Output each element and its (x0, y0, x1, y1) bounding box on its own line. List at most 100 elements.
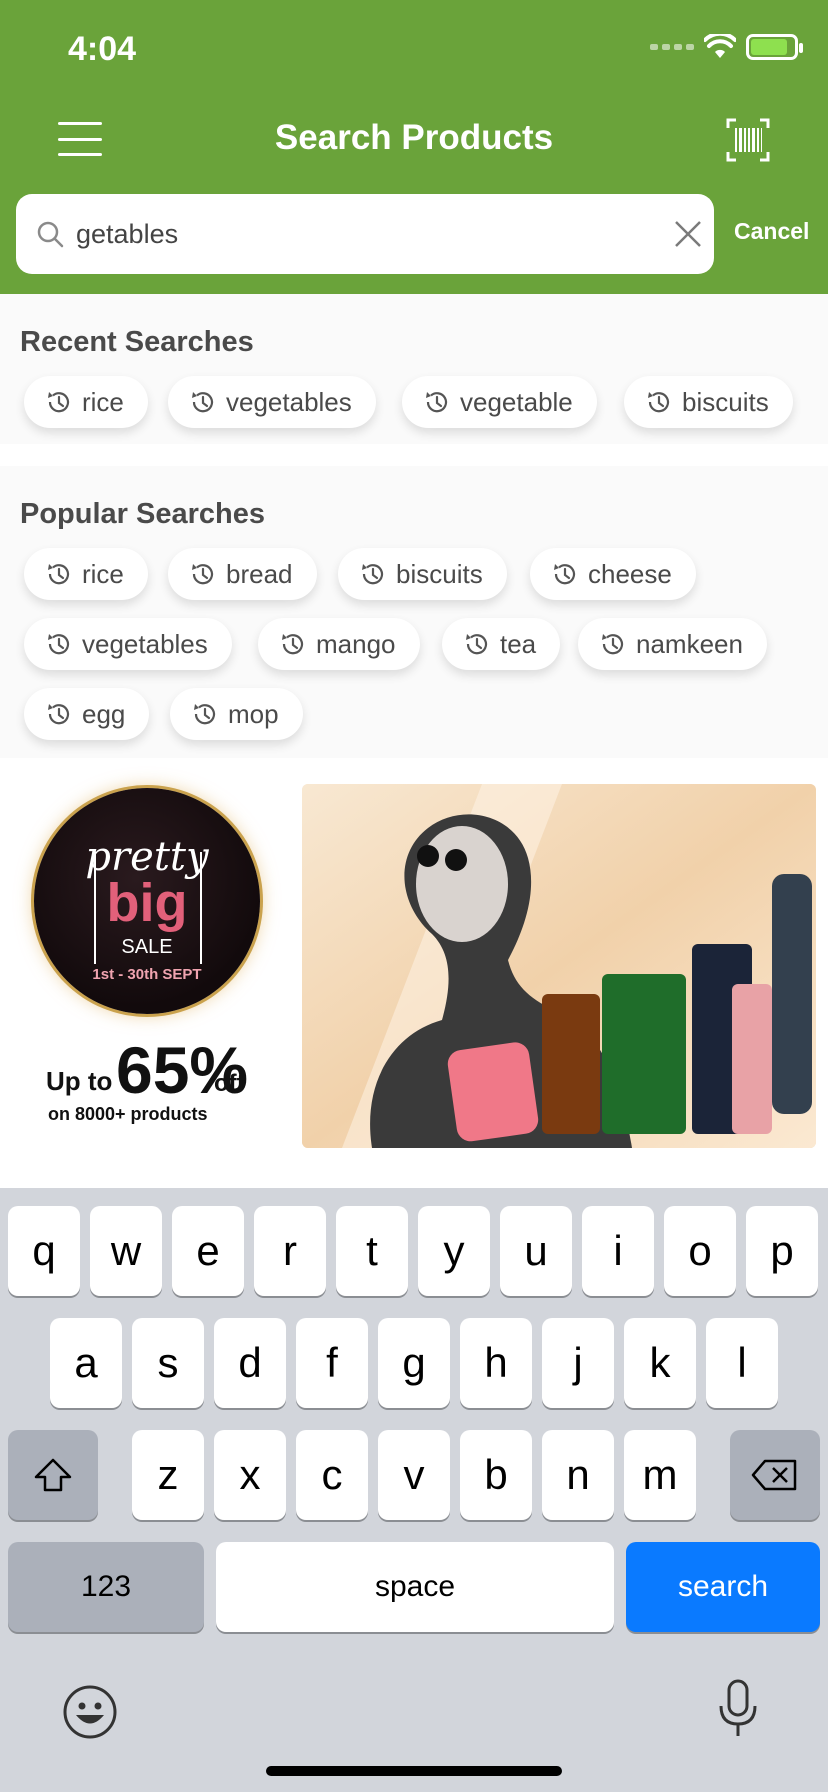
key-f[interactable]: f (296, 1318, 368, 1408)
key-k[interactable]: k (624, 1318, 696, 1408)
popular-chip[interactable]: namkeen (578, 618, 767, 670)
key-m[interactable]: m (624, 1430, 696, 1520)
history-icon (48, 564, 70, 585)
chip-label: vegetables (226, 386, 352, 417)
space-key[interactable]: space (216, 1542, 614, 1632)
key-o[interactable]: o (664, 1206, 736, 1296)
clear-icon[interactable] (668, 214, 708, 254)
history-icon (426, 392, 448, 413)
key-y[interactable]: y (418, 1206, 490, 1296)
popular-chip[interactable]: tea (442, 618, 561, 670)
chip-label: mango (316, 628, 396, 659)
popular-chip[interactable]: egg (24, 688, 150, 740)
history-icon (48, 634, 70, 655)
key-e[interactable]: e (172, 1206, 244, 1296)
chip-label: biscuits (396, 558, 483, 589)
popular-chip[interactable]: bread (168, 548, 317, 600)
popular-chip[interactable]: rice (24, 548, 148, 600)
key-c[interactable]: c (296, 1430, 368, 1520)
history-icon (282, 634, 304, 655)
popular-searches-title: Popular Searches (20, 498, 265, 530)
recent-searches-title: Recent Searches (20, 326, 254, 358)
chip-label: egg (82, 698, 126, 729)
recent-searches-section: Recent Searches rice vegetables vegetabl… (0, 294, 828, 444)
search-input[interactable] (76, 214, 646, 254)
microphone-icon[interactable] (716, 1678, 760, 1740)
history-icon (466, 634, 488, 655)
battery-icon (746, 34, 803, 60)
key-i[interactable]: i (582, 1206, 654, 1296)
cellular-signal-icon (650, 44, 694, 50)
promo-dates: 1st - 30th SEPT (92, 966, 202, 983)
home-indicator[interactable] (266, 1766, 562, 1776)
page-title: Search Products (274, 118, 554, 157)
search-key[interactable]: search (626, 1542, 820, 1632)
promo-banner[interactable]: pretty big SALE 1st - 30th SEPT Up to 65… (0, 758, 828, 1188)
search-box[interactable] (16, 194, 714, 274)
key-h[interactable]: h (460, 1318, 532, 1408)
chip-label: vegetables (82, 628, 208, 659)
emoji-icon[interactable] (62, 1684, 118, 1740)
promo-product-image (302, 784, 816, 1148)
key-z[interactable]: z (132, 1430, 204, 1520)
key-r[interactable]: r (254, 1206, 326, 1296)
history-icon (48, 704, 70, 725)
chip-label: cheese (588, 558, 672, 589)
key-u[interactable]: u (500, 1206, 572, 1296)
key-b[interactable]: b (460, 1430, 532, 1520)
chip-label: mop (228, 698, 279, 729)
key-l[interactable]: l (706, 1318, 778, 1408)
key-x[interactable]: x (214, 1430, 286, 1520)
cancel-button[interactable]: Cancel (734, 218, 809, 245)
history-icon (192, 392, 214, 413)
shift-key[interactable] (8, 1430, 98, 1520)
popular-chip[interactable]: mop (170, 688, 303, 740)
recent-chip[interactable]: biscuits (624, 376, 793, 428)
keyboard: q w e r t y u i o p a s d f g h j k l z … (0, 1188, 828, 1792)
key-w[interactable]: w (90, 1206, 162, 1296)
popular-chip[interactable]: mango (258, 618, 420, 670)
key-p[interactable]: p (746, 1206, 818, 1296)
history-icon (48, 392, 70, 413)
barcode-scan-icon[interactable] (726, 118, 770, 162)
key-a[interactable]: a (50, 1318, 122, 1408)
history-icon (648, 392, 670, 413)
promo-sale-badge: pretty big SALE 1st - 30th SEPT (34, 788, 260, 1014)
history-icon (194, 704, 216, 725)
shift-icon (34, 1458, 72, 1492)
key-n[interactable]: n (542, 1430, 614, 1520)
chip-label: tea (500, 628, 537, 659)
key-j[interactable]: j (542, 1318, 614, 1408)
popular-chip[interactable]: cheese (530, 548, 696, 600)
history-icon (192, 564, 214, 585)
history-icon (602, 634, 624, 655)
backspace-key[interactable] (730, 1430, 820, 1520)
status-time: 4:04 (68, 30, 137, 68)
promo-products: on 8000+ products (48, 1104, 208, 1124)
chip-label: biscuits (682, 386, 769, 417)
recent-chip[interactable]: rice (24, 376, 148, 428)
popular-chip[interactable]: vegetables (24, 618, 232, 670)
promo-big-text: big (106, 873, 188, 933)
key-v[interactable]: v (378, 1430, 450, 1520)
chip-label: rice (82, 558, 124, 589)
section-divider (0, 444, 828, 466)
history-icon (362, 564, 384, 585)
header: 4:04 Search Products Cancel (0, 0, 828, 294)
promo-sale-text: SALE (121, 936, 173, 958)
key-t[interactable]: t (336, 1206, 408, 1296)
key-s[interactable]: s (132, 1318, 204, 1408)
key-q[interactable]: q (8, 1206, 80, 1296)
popular-chip[interactable]: biscuits (338, 548, 507, 600)
key-g[interactable]: g (378, 1318, 450, 1408)
chip-label: rice (82, 386, 124, 417)
recent-chip[interactable]: vegetable (402, 376, 597, 428)
promo-off: off (214, 1070, 245, 1097)
status-indicators (650, 34, 803, 60)
backspace-icon (751, 1459, 797, 1491)
recent-chip[interactable]: vegetables (168, 376, 376, 428)
key-d[interactable]: d (214, 1318, 286, 1408)
numbers-key[interactable]: 123 (8, 1542, 204, 1632)
wifi-icon (704, 34, 736, 58)
chip-label: bread (226, 558, 293, 589)
